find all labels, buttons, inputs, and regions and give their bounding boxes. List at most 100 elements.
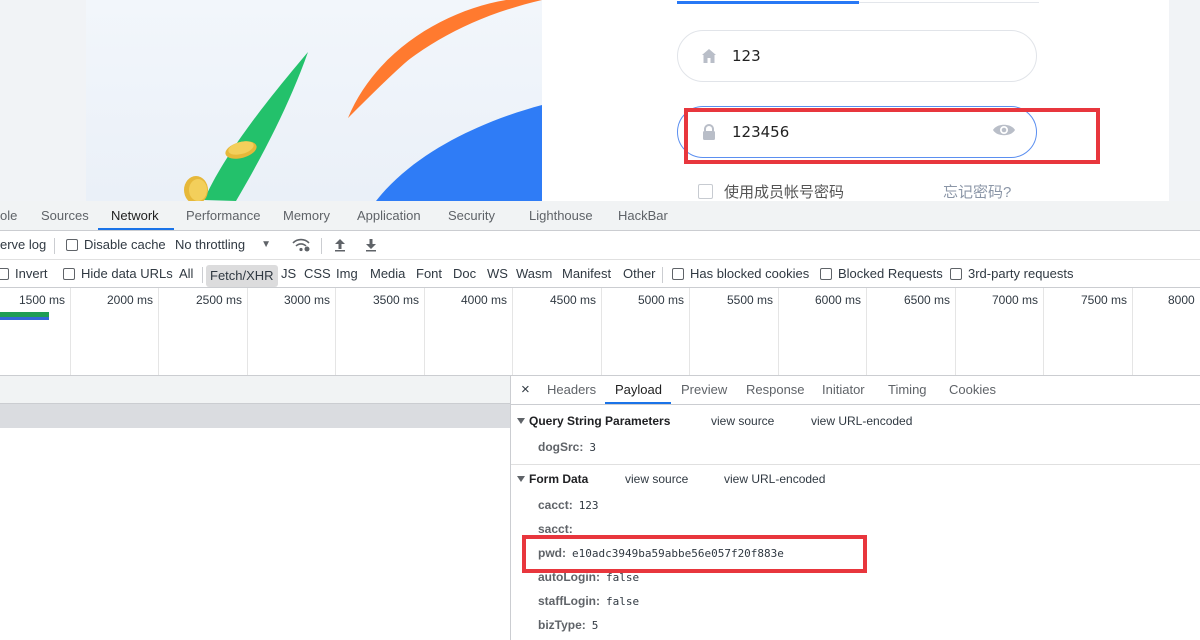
form-view-url-encoded-link[interactable]: view URL-encoded [724,469,825,489]
tab-performance[interactable]: Performance [186,201,260,231]
tab-cookies[interactable]: Cookies [949,376,996,404]
blocked-requests-checkbox[interactable]: Blocked Requests [820,260,943,288]
password-field[interactable]: 123456 [677,106,1037,158]
invert-box[interactable] [0,268,9,280]
filter-other[interactable]: Other [623,260,656,288]
filter-media[interactable]: Media [370,260,405,288]
param-value: false [606,595,640,608]
hide-data-urls-label: Hide data URLs [81,266,173,281]
query-view-url-encoded-link[interactable]: view URL-encoded [811,411,912,431]
forgot-password-link[interactable]: 忘记密码? [943,181,1011,201]
request-list [0,376,510,640]
dropdown-arrow-icon: ▼ [261,239,271,250]
export-har-icon[interactable] [365,231,377,259]
timeline-gridline [335,288,336,375]
network-conditions-icon[interactable] [292,231,310,259]
tab-initiator[interactable]: Initiator [822,376,865,404]
username-value: 123 [732,47,761,65]
payload-tab-indicator [605,402,671,404]
form-param-row: sacct: [538,520,579,538]
third-party-checkbox[interactable]: 3rd-party requests [950,260,1074,288]
preserve-log-label[interactable]: erve log [0,231,46,259]
third-party-box[interactable] [950,268,962,280]
param-key: pwd: [538,546,566,560]
query-section-toggle[interactable]: Query String Parameters [517,411,670,431]
request-detail-panel: × Headers Payload Preview Response Initi… [511,376,1200,640]
tab-security[interactable]: Security [448,201,495,231]
filter-wasm[interactable]: Wasm [516,260,552,288]
import-har-icon[interactable] [334,231,346,259]
tab-network[interactable]: Network [111,201,159,231]
eye-icon[interactable] [992,122,1016,141]
filter-fetch-xhr[interactable]: Fetch/XHR [206,260,278,288]
devtools-panel: ole Sources Network Performance Memory A… [0,201,1200,640]
filter-js[interactable]: JS [281,260,296,288]
toolbar-separator [321,238,322,254]
remember-member-checkbox[interactable]: 使用成员帐号密码 [698,181,844,201]
expand-triangle-icon [517,476,525,482]
tab-sources[interactable]: Sources [41,201,89,231]
filter-manifest[interactable]: Manifest [562,260,611,288]
tab-response[interactable]: Response [746,376,805,404]
blocked-requests-label: Blocked Requests [838,266,943,281]
timeline-gridline [512,288,513,375]
username-field[interactable]: 123 [677,30,1037,82]
timeline-gridline [1132,288,1133,375]
tab-application[interactable]: Application [357,201,421,231]
param-value: 3 [589,441,596,454]
has-blocked-cookies-checkbox[interactable]: Has blocked cookies [672,260,809,288]
filter-fetch-xhr-label: Fetch/XHR [206,264,278,287]
timeline-overview[interactable]: 1500 ms 2000 ms 2500 ms 3000 ms 3500 ms … [0,288,1200,376]
filter-doc[interactable]: Doc [453,260,476,288]
throttling-value: No throttling [175,237,246,252]
tab-timing[interactable]: Timing [888,376,927,404]
checkbox-box[interactable] [698,184,713,199]
tab-preview[interactable]: Preview [681,376,727,404]
devtools-tabbar: ole Sources Network Performance Memory A… [0,201,1200,231]
tab-memory[interactable]: Memory [283,201,330,231]
has-blocked-cookies-box[interactable] [672,268,684,280]
timeline-gridline [247,288,248,375]
toolbar-separator [202,267,203,283]
close-icon[interactable]: × [521,376,530,404]
disable-cache-box[interactable] [66,239,78,251]
toolbar-separator [54,238,55,254]
form-view-source-link[interactable]: view source [625,469,688,489]
active-tab-indicator [677,1,859,4]
blocked-requests-box[interactable] [820,268,832,280]
hide-data-urls-checkbox[interactable]: Hide data URLs [63,260,173,288]
timeline-gridline [158,288,159,375]
timeline-gridline [778,288,779,375]
third-party-label: 3rd-party requests [968,266,1074,281]
timeline-label: 5500 ms [727,293,774,307]
timeline-gridline [866,288,867,375]
invert-checkbox[interactable]: Invert [0,260,48,288]
tab-headers[interactable]: Headers [547,376,596,404]
network-tab-indicator [98,228,174,230]
tab-console-partial[interactable]: ole [0,201,17,231]
form-param-row: cacct: 123 [538,496,599,514]
timeline-label: 4500 ms [550,293,597,307]
filter-css[interactable]: CSS [304,260,331,288]
timeline-label: 3500 ms [373,293,420,307]
form-section-toggle[interactable]: Form Data [517,469,588,489]
query-view-source-link[interactable]: view source [711,411,774,431]
timeline-label: 8000 [1168,293,1195,307]
toolbar-separator [662,267,663,283]
request-row-selected[interactable] [0,404,510,428]
throttling-select[interactable]: No throttling ▼ [175,231,271,259]
timeline-label: 6000 ms [815,293,862,307]
filter-font[interactable]: Font [416,260,442,288]
section-divider [511,464,1200,465]
filter-img[interactable]: Img [336,260,358,288]
form-section-title: Form Data [529,472,589,486]
hide-data-urls-box[interactable] [63,268,75,280]
tab-divider [859,2,1039,3]
filter-all[interactable]: All [179,260,193,288]
tab-payload[interactable]: Payload [615,376,662,404]
param-key: dogSrc: [538,440,584,454]
disable-cache-checkbox[interactable]: Disable cache [66,231,166,259]
filter-ws[interactable]: WS [487,260,508,288]
tab-hackbar[interactable]: HackBar [618,201,668,231]
tab-lighthouse[interactable]: Lighthouse [529,201,593,231]
